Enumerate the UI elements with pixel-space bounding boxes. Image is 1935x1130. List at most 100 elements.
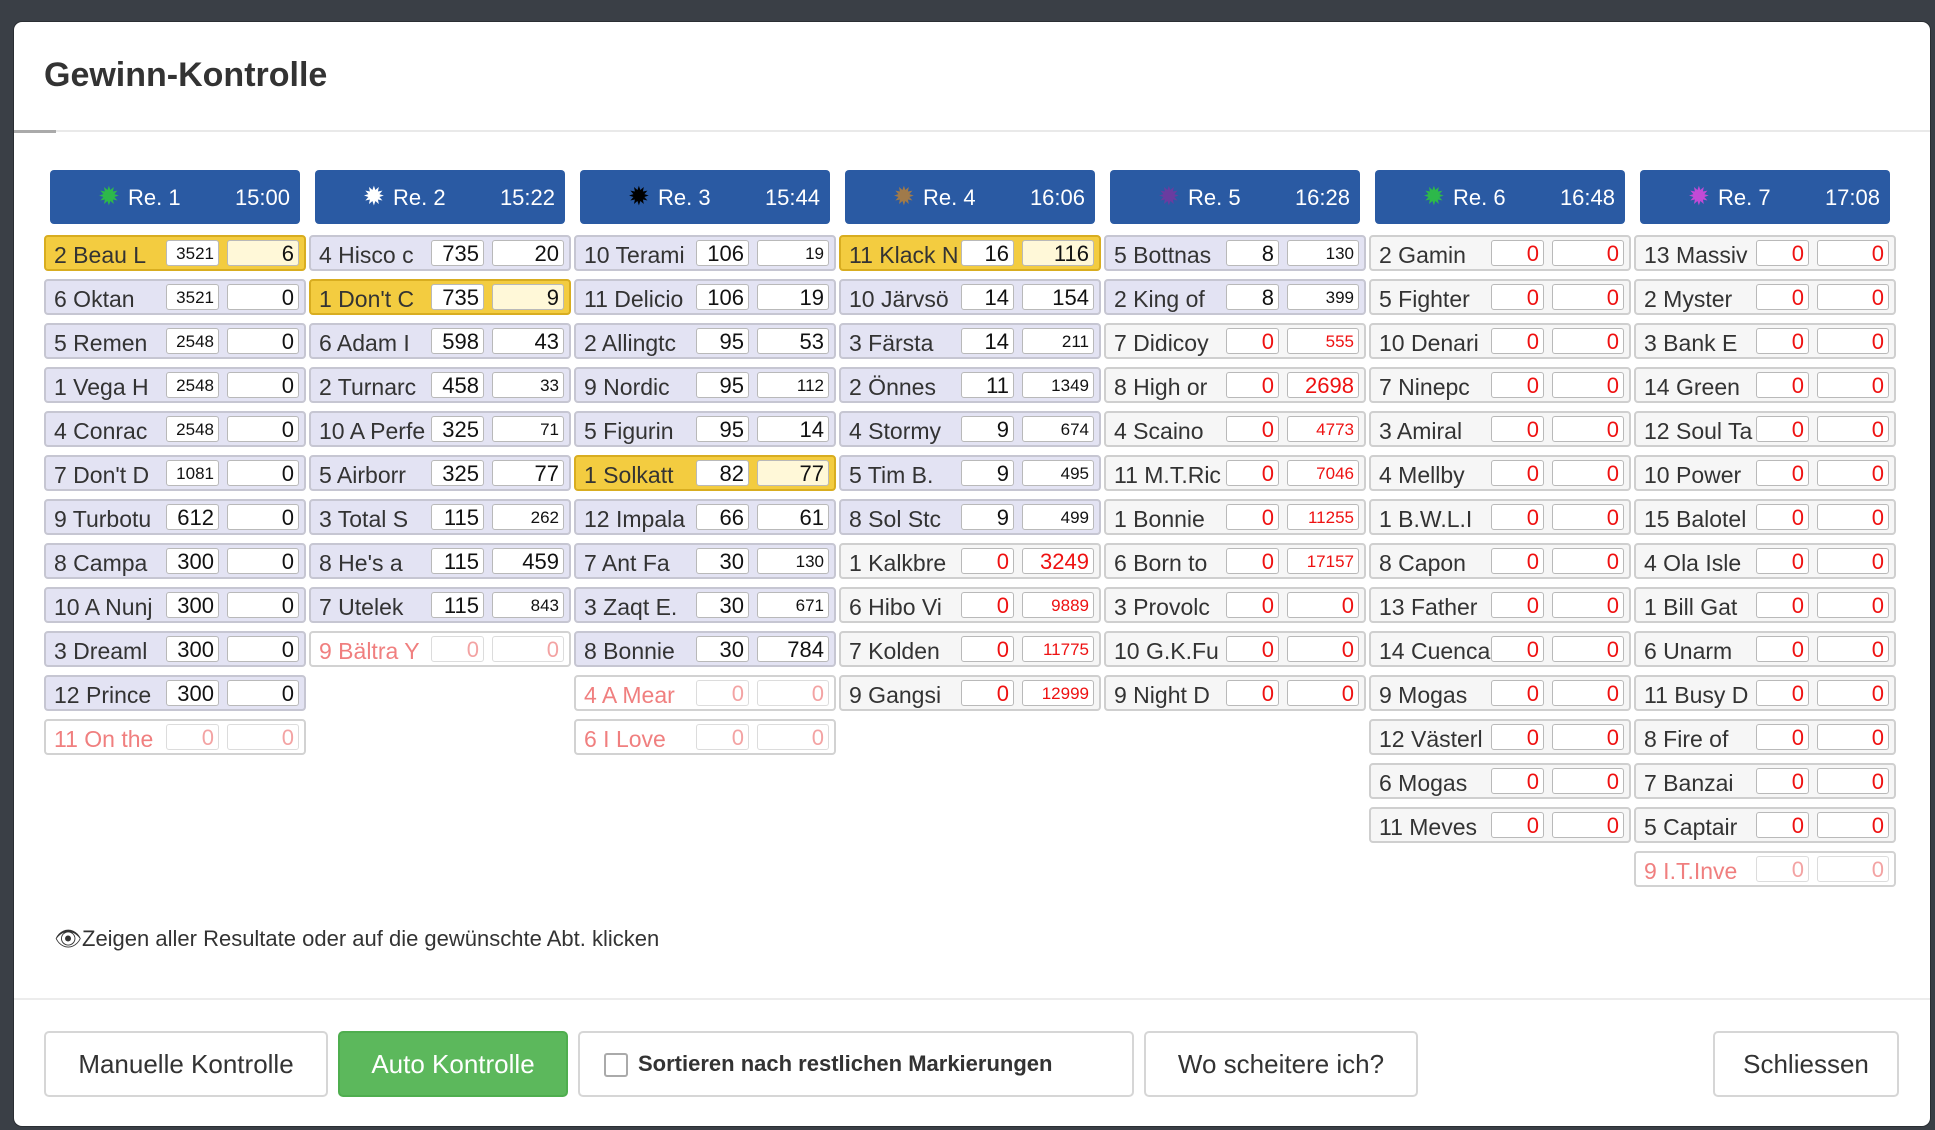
horse-row[interactable]: 3 Amiral 0 0 bbox=[1369, 411, 1631, 447]
horse-row[interactable]: 10 Terami 106 19 bbox=[574, 235, 836, 271]
horse-row[interactable]: 11 On the 0 0 bbox=[44, 719, 306, 755]
horse-row[interactable]: 3 Färsta 14 211 bbox=[839, 323, 1101, 359]
horse-row[interactable]: 4 Ola Isle 0 0 bbox=[1634, 543, 1896, 579]
horse-row[interactable]: 6 Oktan 3521 0 bbox=[44, 279, 306, 315]
horse-row[interactable]: 9 Gangsi 0 12999 bbox=[839, 675, 1101, 711]
horse-row[interactable]: 9 Turbotu 612 0 bbox=[44, 499, 306, 535]
horse-row[interactable]: 12 Västerl 0 0 bbox=[1369, 719, 1631, 755]
horse-row[interactable]: 7 Banzai 0 0 bbox=[1634, 763, 1896, 799]
close-button[interactable]: Schliessen bbox=[1713, 1031, 1899, 1097]
horse-row[interactable]: 1 Bill Gat 0 0 bbox=[1634, 587, 1896, 623]
horse-row[interactable]: 9 Mogas 0 0 bbox=[1369, 675, 1631, 711]
horse-row[interactable]: 8 Fire of 0 0 bbox=[1634, 719, 1896, 755]
horse-row[interactable]: 5 Figurin 95 14 bbox=[574, 411, 836, 447]
horse-row[interactable]: 9 I.T.Inve 0 0 bbox=[1634, 851, 1896, 887]
horse-row[interactable]: 5 Bottnas 8 130 bbox=[1104, 235, 1366, 271]
auto-control-button[interactable]: Auto Kontrolle bbox=[338, 1031, 568, 1097]
horse-row[interactable]: 10 G.K.Fu 0 0 bbox=[1104, 631, 1366, 667]
horse-row[interactable]: 8 Capon 0 0 bbox=[1369, 543, 1631, 579]
horse-row[interactable]: 7 Ninepc 0 0 bbox=[1369, 367, 1631, 403]
race-header[interactable]: ✹ Re. 3 15:44 bbox=[580, 170, 830, 224]
horse-row[interactable]: 7 Didicoy 0 555 bbox=[1104, 323, 1366, 359]
horse-row[interactable]: 11 Busy D 00 bbox=[1634, 675, 1896, 711]
horse-row[interactable]: 8 He's a 115 459 bbox=[309, 543, 571, 579]
horse-row[interactable]: 4 A Mear 0 0 bbox=[574, 675, 836, 711]
horse-row[interactable]: 2 Allingtc 95 53 bbox=[574, 323, 836, 359]
horse-row[interactable]: 2 Beau L 3521 6 bbox=[44, 235, 306, 271]
horse-row[interactable]: 13 Massiv 0 0 bbox=[1634, 235, 1896, 271]
horse-row[interactable]: 12 Impala 66 61 bbox=[574, 499, 836, 535]
horse-row[interactable]: 4 Stormy 9 674 bbox=[839, 411, 1101, 447]
horse-row[interactable]: 1 Bonnie 0 11255 bbox=[1104, 499, 1366, 535]
horse-row[interactable]: 2 Önnes 11 1349 bbox=[839, 367, 1101, 403]
horse-row[interactable]: 6 Hibo Vi 0 9889 bbox=[839, 587, 1101, 623]
horse-row[interactable]: 3 Bank E 00 bbox=[1634, 323, 1896, 359]
race-header[interactable]: ✹ Re. 1 15:00 bbox=[50, 170, 300, 224]
horse-row[interactable]: 6 I Love 0 0 bbox=[574, 719, 836, 755]
horse-row[interactable]: 11 M.T.Ric 0 7046 bbox=[1104, 455, 1366, 491]
horse-row[interactable]: 3 Total S 115 262 bbox=[309, 499, 571, 535]
horse-row[interactable]: 11 Klack N 16 116 bbox=[839, 235, 1101, 271]
horse-row[interactable]: 10 Power 0 0 bbox=[1634, 455, 1896, 491]
horse-row[interactable]: 2 Gamin 0 0 bbox=[1369, 235, 1631, 271]
horse-row[interactable]: 3 Provolc 0 0 bbox=[1104, 587, 1366, 623]
horse-row[interactable]: 10 Denari 0 0 bbox=[1369, 323, 1631, 359]
horse-row[interactable]: 5 Airborr 325 77 bbox=[309, 455, 571, 491]
race-header[interactable]: ✹ Re. 4 16:06 bbox=[845, 170, 1095, 224]
horse-row[interactable]: 5 Fighter 0 0 bbox=[1369, 279, 1631, 315]
horse-row[interactable]: 1 B.W.L.I 0 0 bbox=[1369, 499, 1631, 535]
horse-row[interactable]: 11 Meves 0 0 bbox=[1369, 807, 1631, 843]
horse-row[interactable]: 5 Captair 0 0 bbox=[1634, 807, 1896, 843]
horse-row[interactable]: 1 Don't C 735 9 bbox=[309, 279, 571, 315]
sort-checkbox-group[interactable]: Sortieren nach restlichen Markierungen bbox=[578, 1031, 1134, 1097]
horse-row[interactable]: 6 Mogas 0 0 bbox=[1369, 763, 1631, 799]
horse-row[interactable]: 4 Scaino 0 4773 bbox=[1104, 411, 1366, 447]
horse-row[interactable]: 14 Green 0 0 bbox=[1634, 367, 1896, 403]
horse-row[interactable]: 4 Hisco c 735 20 bbox=[309, 235, 571, 271]
horse-row[interactable]: 10 A Nunj 300 0 bbox=[44, 587, 306, 623]
horse-row[interactable]: 1 Kalkbre 0 3249 bbox=[839, 543, 1101, 579]
horse-row[interactable]: 3 Zaqt E. 30 671 bbox=[574, 587, 836, 623]
race-header[interactable]: ✹ Re. 6 16:48 bbox=[1375, 170, 1625, 224]
where-fail-button[interactable]: Wo scheitere ich? bbox=[1144, 1031, 1418, 1097]
horse-row[interactable]: 4 Mellby 0 0 bbox=[1369, 455, 1631, 491]
horse-row[interactable]: 15 Balotel 0 0 bbox=[1634, 499, 1896, 535]
horse-row[interactable]: 10 A Perfe 325 71 bbox=[309, 411, 571, 447]
horse-row[interactable]: 9 Bältra Y 00 bbox=[309, 631, 571, 667]
horse-row[interactable]: 8 Bonnie 30 784 bbox=[574, 631, 836, 667]
horse-row[interactable]: 6 Born to 0 17157 bbox=[1104, 543, 1366, 579]
horse-row[interactable]: 6 Unarm 0 0 bbox=[1634, 631, 1896, 667]
horse-row[interactable]: 7 Utelek 115 843 bbox=[309, 587, 571, 623]
horse-row[interactable]: 6 Adam I 598 43 bbox=[309, 323, 571, 359]
horse-row[interactable]: 5 Tim B. 9 495 bbox=[839, 455, 1101, 491]
horse-row[interactable]: 3 Dreaml 300 0 bbox=[44, 631, 306, 667]
horse-row[interactable]: 5 Remen 2548 0 bbox=[44, 323, 306, 359]
horse-row[interactable]: 7 Kolden 0 11775 bbox=[839, 631, 1101, 667]
payout-value: 0 bbox=[1552, 240, 1624, 266]
horse-row[interactable]: 8 Campa 300 0 bbox=[44, 543, 306, 579]
horse-row[interactable]: 14 Cuenca 0 0 bbox=[1369, 631, 1631, 667]
horse-row[interactable]: 8 High or 0 2698 bbox=[1104, 367, 1366, 403]
horse-row[interactable]: 1 Solkatt 82 77 bbox=[574, 455, 836, 491]
horse-row[interactable]: 13 Father 0 0 bbox=[1369, 587, 1631, 623]
horse-row[interactable]: 12 Prince 300 0 bbox=[44, 675, 306, 711]
horse-row[interactable]: 4 Conrac 2548 0 bbox=[44, 411, 306, 447]
horse-row[interactable]: 9 Night D 00 bbox=[1104, 675, 1366, 711]
hint-line[interactable]: 👁Zeigen aller Resultate oder auf die gew… bbox=[54, 926, 659, 952]
horse-row[interactable]: 2 Myster 0 0 bbox=[1634, 279, 1896, 315]
race-header[interactable]: ✹ Re. 2 15:22 bbox=[315, 170, 565, 224]
horse-row[interactable]: 12 Soul Ta 0 0 bbox=[1634, 411, 1896, 447]
horse-row[interactable]: 11 Delicio 106 19 bbox=[574, 279, 836, 315]
horse-row[interactable]: 8 Sol Stc 9 499 bbox=[839, 499, 1101, 535]
horse-row[interactable]: 2 King of 8 399 bbox=[1104, 279, 1366, 315]
sort-checkbox[interactable] bbox=[604, 1053, 628, 1078]
horse-row[interactable]: 1 Vega H 2548 0 bbox=[44, 367, 306, 403]
horse-row[interactable]: 7 Ant Fa 30 130 bbox=[574, 543, 836, 579]
horse-row[interactable]: 10 Järvsö 14 154 bbox=[839, 279, 1101, 315]
manual-control-button[interactable]: Manuelle Kontrolle bbox=[44, 1031, 328, 1097]
horse-row[interactable]: 7 Don't D 1081 0 bbox=[44, 455, 306, 491]
horse-row[interactable]: 9 Nordic 95 112 bbox=[574, 367, 836, 403]
horse-row[interactable]: 2 Turnarc 458 33 bbox=[309, 367, 571, 403]
race-header[interactable]: ✹ Re. 5 16:28 bbox=[1110, 170, 1360, 224]
race-header[interactable]: ✹ Re. 7 17:08 bbox=[1640, 170, 1890, 224]
